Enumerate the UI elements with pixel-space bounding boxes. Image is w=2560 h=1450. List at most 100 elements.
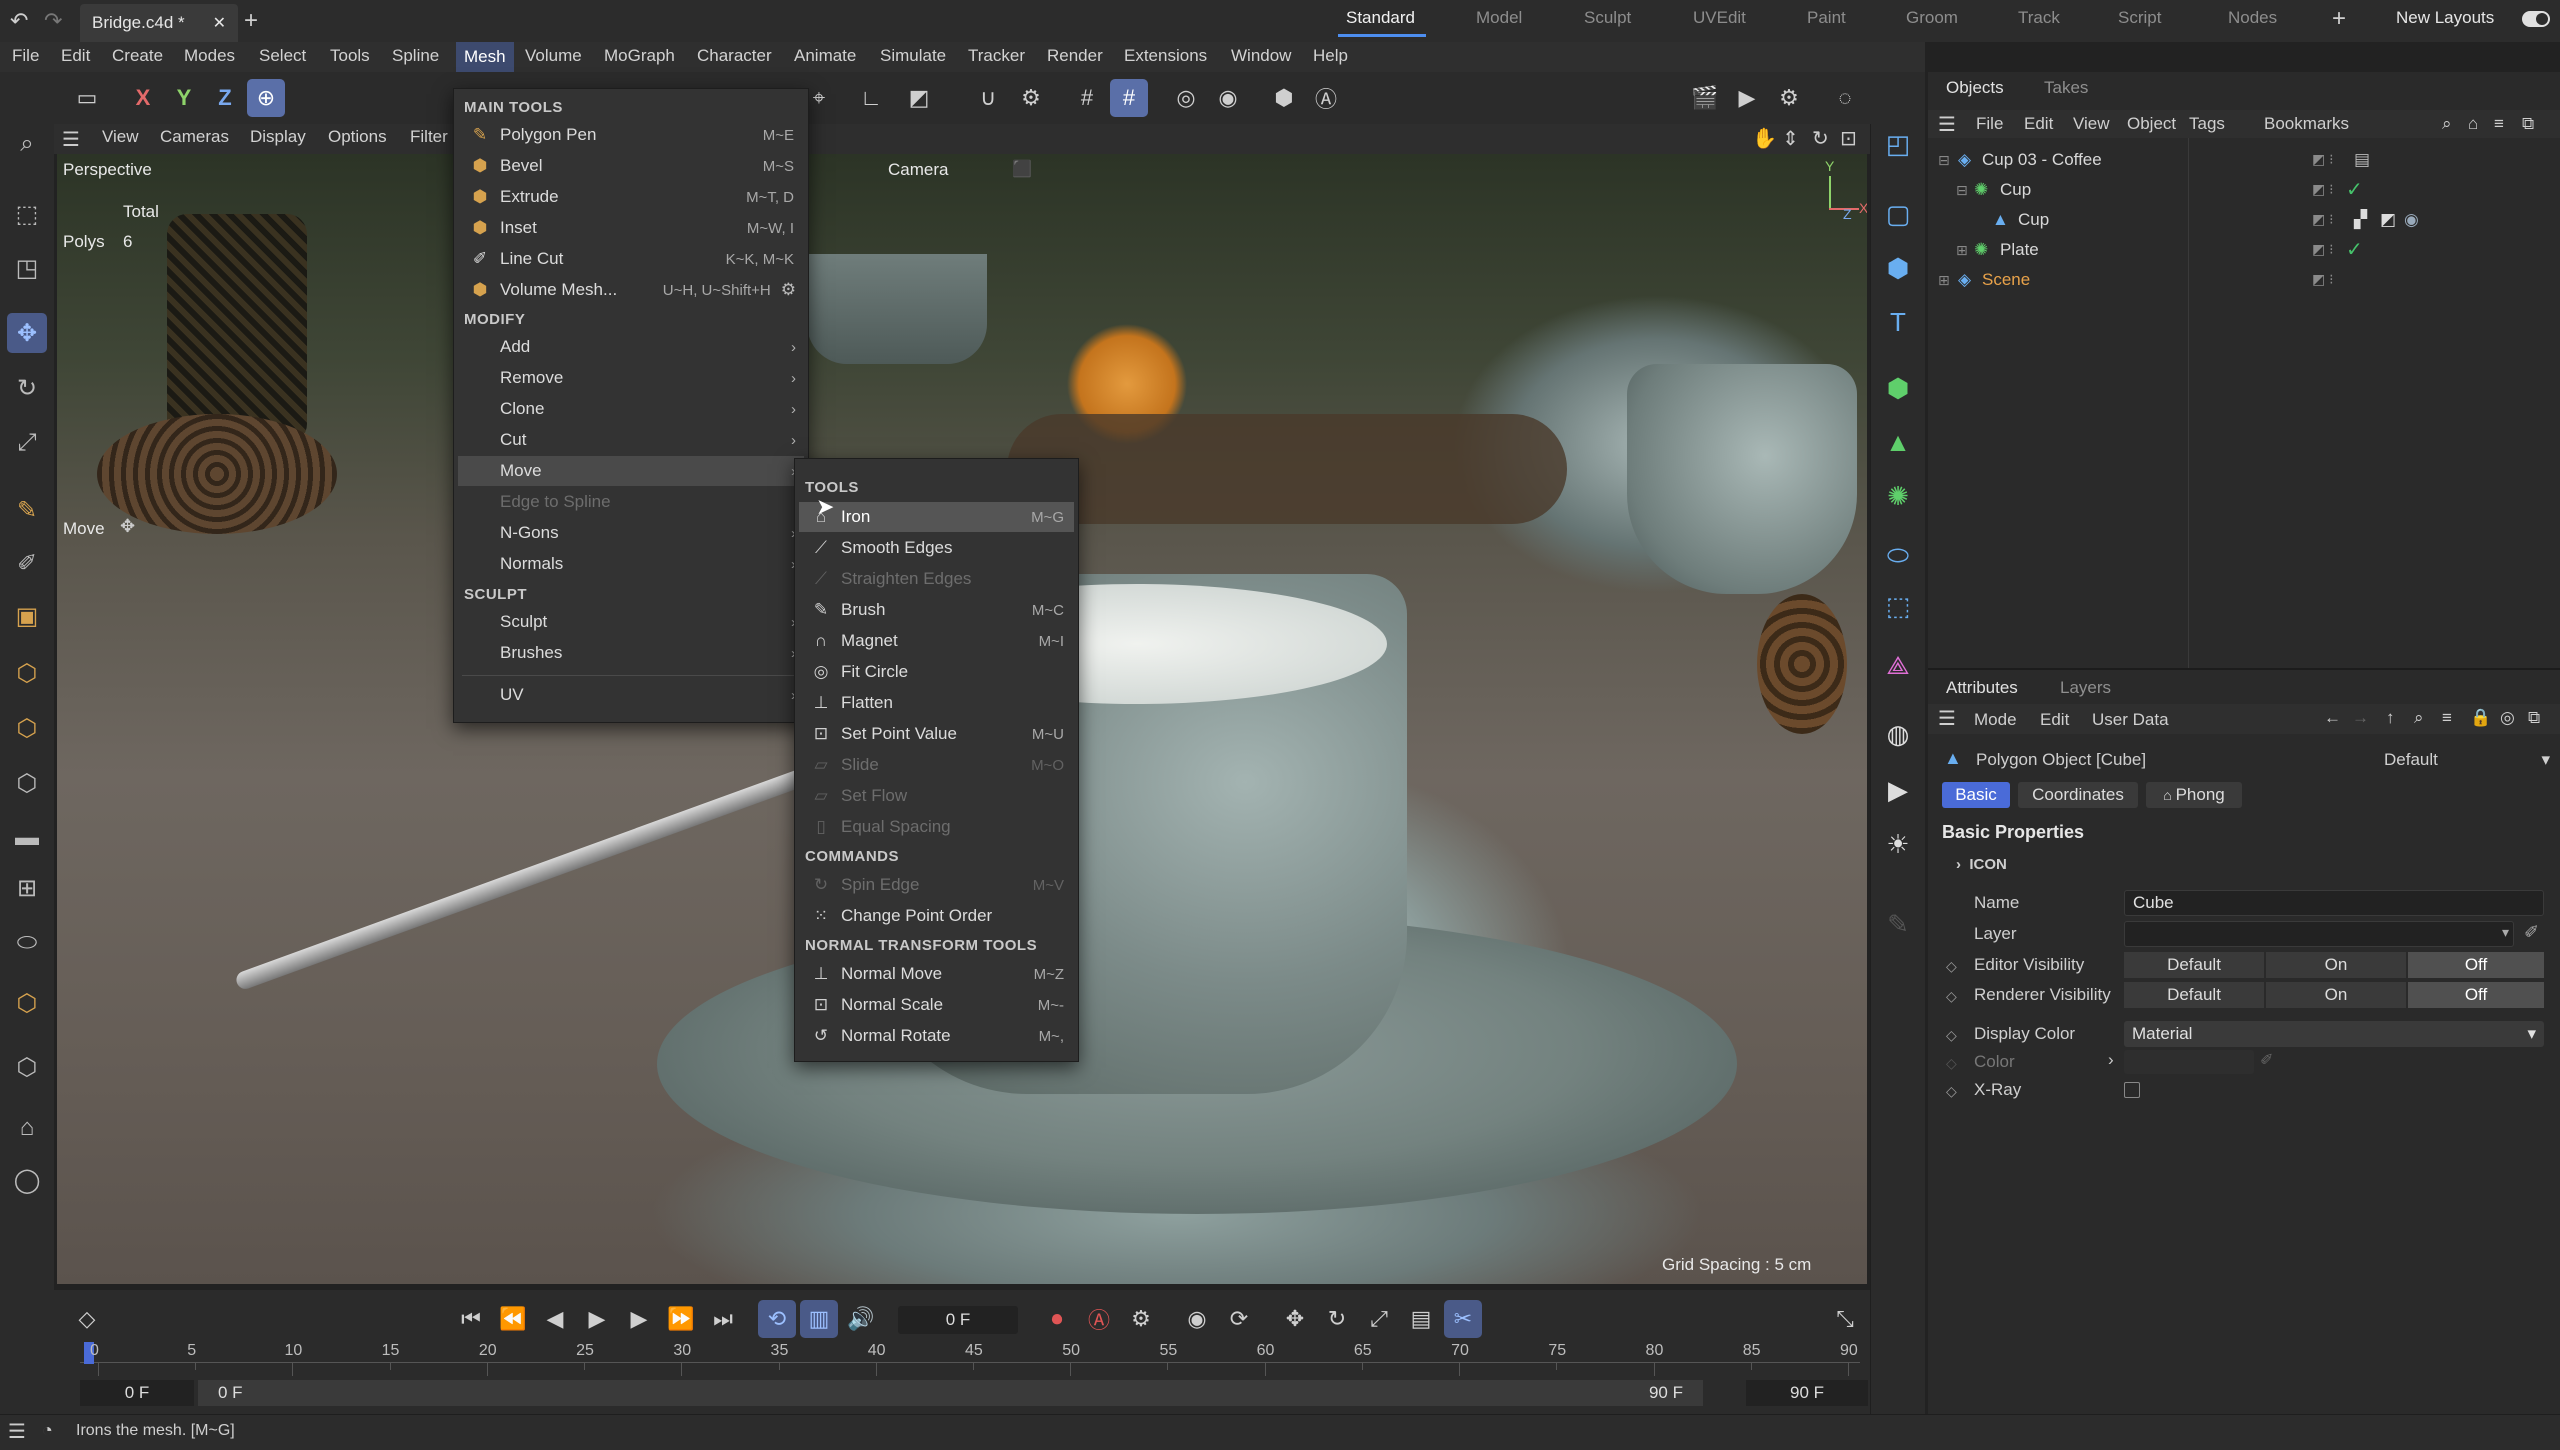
- menu-tools[interactable]: Tools: [330, 46, 370, 66]
- previous-frame-icon[interactable]: ◀: [536, 1300, 574, 1338]
- menu-item-add[interactable]: Add ›: [458, 332, 804, 362]
- viewport-menu-cameras[interactable]: Cameras: [160, 127, 229, 147]
- menu-extensions[interactable]: Extensions: [1124, 46, 1207, 66]
- viewport-menu-icon[interactable]: ☰: [62, 127, 80, 152]
- range-start-field[interactable]: 0 F: [80, 1380, 194, 1406]
- next-frame-icon[interactable]: ▶: [620, 1300, 658, 1338]
- spline-icon[interactable]: ⟁: [1878, 646, 1918, 686]
- key-position-icon[interactable]: ✥: [1276, 1300, 1314, 1338]
- sound-icon[interactable]: 🔊: [842, 1300, 880, 1338]
- menu-item-uv[interactable]: UV›: [458, 680, 804, 710]
- texture-mode-icon[interactable]: ⬭: [7, 923, 47, 963]
- workspace-model[interactable]: Model: [1476, 8, 1522, 28]
- fps-icon[interactable]: ▥: [800, 1300, 838, 1338]
- attributes-menu-user-data[interactable]: User Data: [2092, 710, 2169, 730]
- keyframe-diamond-icon[interactable]: ◇: [1946, 1027, 1957, 1044]
- icon-group[interactable]: › ICON: [1956, 856, 2007, 873]
- key-parameter-icon[interactable]: ▤: [1402, 1300, 1440, 1338]
- axis-x-button[interactable]: X: [124, 79, 162, 117]
- workspace-script[interactable]: Script: [2118, 8, 2161, 28]
- primitive-cube-icon[interactable]: ⬢: [1878, 248, 1918, 288]
- home-icon[interactable]: ⌂: [2468, 114, 2478, 134]
- layout-toggle[interactable]: [2522, 11, 2550, 27]
- timeline-graph-icon[interactable]: ⤡: [1826, 1300, 1864, 1338]
- viewport-menu-filter[interactable]: Filter: [410, 127, 448, 147]
- expand-icon[interactable]: ⊟: [1938, 152, 1950, 169]
- visibility-toggle[interactable]: ◩ ⁝: [2312, 181, 2334, 198]
- tab-objects[interactable]: Objects: [1946, 78, 2004, 98]
- menu-item-spin-edge[interactable]: ↻ Spin Edge M~V: [799, 870, 1074, 900]
- tree-row[interactable]: ⊟ ✺ Cup ◩ ⁝ ✓: [1928, 174, 2560, 204]
- play-icon[interactable]: ▶: [578, 1300, 616, 1338]
- visibility-toggle[interactable]: ◩ ⁝: [2312, 211, 2334, 228]
- redshift-icon[interactable]: ◌: [1826, 79, 1864, 117]
- uvw-tag-icon[interactable]: ◩: [2380, 210, 2396, 230]
- filter-icon[interactable]: ≡: [2442, 708, 2452, 728]
- model-mode-icon[interactable]: ▭: [68, 79, 106, 117]
- objects-menu-view[interactable]: View: [2073, 114, 2110, 134]
- menu-item-bevel[interactable]: ⬢ Bevel M~S: [458, 151, 804, 181]
- next-key-icon[interactable]: ⏩: [662, 1300, 700, 1338]
- menu-item-brush[interactable]: ✎ Brush M~C: [799, 595, 1074, 625]
- status-menu-icon[interactable]: ☰: [8, 1419, 26, 1444]
- coordinate-system-icon[interactable]: ⊕: [247, 79, 285, 117]
- scale-tool-icon[interactable]: ⤢: [7, 423, 47, 463]
- maximize-viewport-icon[interactable]: ⊡: [1840, 126, 1857, 151]
- expand-icon[interactable]: ⊟: [1956, 182, 1968, 199]
- editor-visibility-off[interactable]: Off: [2408, 952, 2544, 978]
- menu-spline[interactable]: Spline: [392, 46, 439, 66]
- light-icon[interactable]: ☀: [1878, 824, 1918, 864]
- chevron-right-icon[interactable]: ›: [2108, 1050, 2114, 1070]
- enabled-check-icon[interactable]: ✓: [2346, 237, 2363, 262]
- renderer-visibility-on[interactable]: On: [2266, 982, 2406, 1008]
- menu-animate[interactable]: Animate: [794, 46, 856, 66]
- new-window-icon[interactable]: ⧉: [2522, 114, 2534, 134]
- filter-icon[interactable]: ≡: [2494, 114, 2504, 134]
- objects-menu-file[interactable]: File: [1976, 114, 2003, 134]
- render-settings-icon[interactable]: ⚙: [1770, 79, 1808, 117]
- add-layout-icon[interactable]: +: [2332, 5, 2346, 33]
- expand-icon[interactable]: ⊞: [1938, 272, 1950, 289]
- render-icon[interactable]: ◯: [7, 1160, 47, 1200]
- menu-mesh[interactable]: Mesh: [456, 42, 514, 72]
- subtab-basic[interactable]: Basic: [1942, 782, 2010, 808]
- target-icon[interactable]: ◎: [1167, 79, 1205, 117]
- auto-key-icon[interactable]: Ⓐ: [1080, 1300, 1118, 1338]
- target-icon[interactable]: ◎: [2500, 708, 2515, 728]
- tree-row[interactable]: ⊞ ✺ Plate ◩ ⁝ ✓: [1928, 234, 2560, 264]
- move-tool-icon[interactable]: ✥: [7, 313, 47, 353]
- plane-object-icon[interactable]: ▢: [1878, 194, 1918, 234]
- menu-tracker[interactable]: Tracker: [968, 46, 1025, 66]
- points-mode-icon[interactable]: ⬡: [7, 708, 47, 748]
- polygons-mode-icon[interactable]: ▬: [7, 818, 47, 858]
- picker-icon[interactable]: ✐: [2524, 922, 2539, 943]
- menu-item-line-cut[interactable]: ✐ Line Cut K~K, M~K: [458, 244, 804, 274]
- orbit-icon[interactable]: ↻: [1812, 126, 1829, 151]
- undo-icon[interactable]: ↶: [10, 8, 28, 34]
- attributes-menu-edit[interactable]: Edit: [2040, 710, 2069, 730]
- tab-attributes[interactable]: Attributes: [1946, 678, 2018, 698]
- preset-dropdown[interactable]: Default ▾: [2384, 746, 2550, 774]
- key-pla-icon[interactable]: ✂: [1444, 1300, 1482, 1338]
- redo-icon[interactable]: ↷: [44, 8, 62, 34]
- grid-snap-icon[interactable]: #: [1110, 79, 1148, 117]
- close-tab-icon[interactable]: ✕: [213, 13, 226, 33]
- tree-row[interactable]: ▲ Cup ◩ ⁝ ▞ ◩ ◉: [1928, 204, 2560, 234]
- soft-selection-icon[interactable]: ◉: [1209, 79, 1247, 117]
- subtab-coordinates[interactable]: Coordinates: [2018, 782, 2138, 808]
- extrude-icon[interactable]: ▣: [7, 596, 47, 636]
- menu-help[interactable]: Help: [1313, 46, 1348, 66]
- editor-visibility-on[interactable]: On: [2266, 952, 2406, 978]
- menu-character[interactable]: Character: [697, 46, 772, 66]
- mograph-icon[interactable]: ▲: [1878, 422, 1918, 462]
- text-object-icon[interactable]: T: [1878, 302, 1918, 342]
- workspace-uvedit[interactable]: UVEdit: [1693, 8, 1746, 28]
- menu-item-normal-rotate[interactable]: ↺ Normal Rotate M~,: [799, 1021, 1074, 1051]
- renderer-visibility-off[interactable]: Off: [2408, 982, 2544, 1008]
- material-tag-icon[interactable]: ◉: [2404, 210, 2419, 230]
- workspace-sculpt[interactable]: Sculpt: [1584, 8, 1631, 28]
- workspace-paint[interactable]: Paint: [1807, 8, 1846, 28]
- viewport-menu-view[interactable]: View: [102, 127, 139, 147]
- key-rotation-icon[interactable]: ↻: [1318, 1300, 1356, 1338]
- menu-simulate[interactable]: Simulate: [880, 46, 946, 66]
